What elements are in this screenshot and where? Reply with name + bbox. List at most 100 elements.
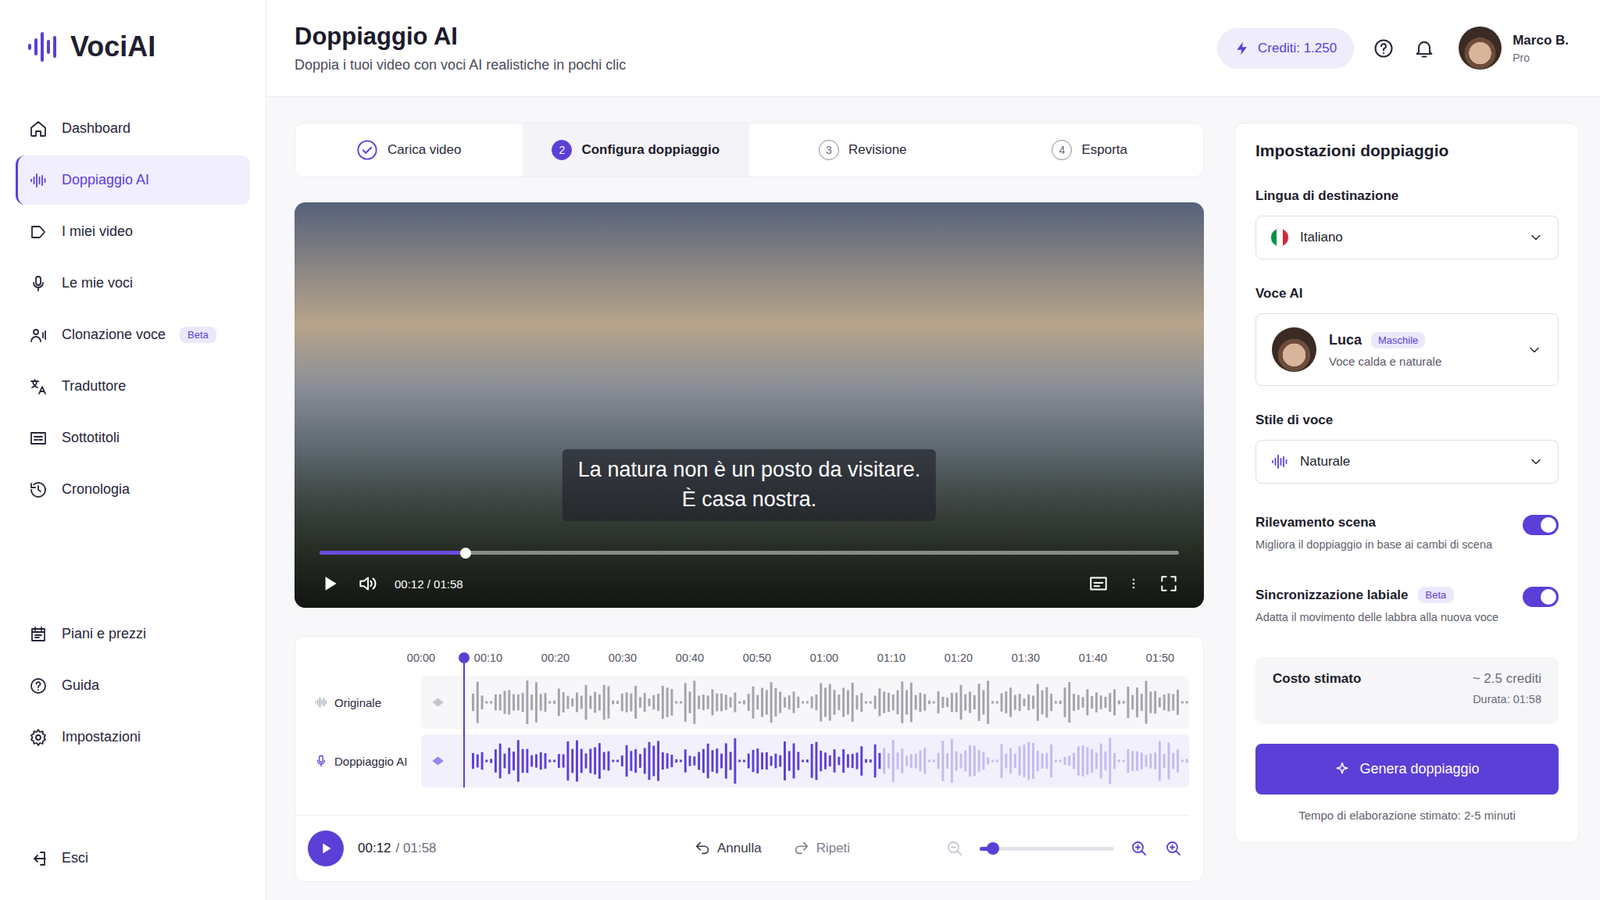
- player-controls: 00:12 / 01:58: [319, 550, 1179, 594]
- brand-name: VociAI: [70, 30, 156, 64]
- generate-button[interactable]: Genera doppiaggio: [1255, 743, 1559, 795]
- step[interactable]: 3 Revisione: [749, 123, 977, 177]
- undo-button[interactable]: Annulla: [693, 839, 762, 858]
- italian-flag-icon: [1270, 228, 1290, 247]
- playhead[interactable]: [463, 657, 465, 788]
- redo-button[interactable]: Ripeti: [792, 839, 850, 858]
- language-value: Italiano: [1300, 229, 1518, 246]
- step-number: 4: [1051, 139, 1072, 161]
- sidebar-item-label: Cronologia: [61, 481, 130, 498]
- subtitle-caption: La natura non è un posto da visitare.È c…: [562, 449, 936, 522]
- help-icon[interactable]: [1372, 37, 1395, 60]
- app: VociAI Dashboard Doppiaggio AI I miei vi…: [0, 0, 1600, 900]
- voice-name: Luca: [1328, 332, 1362, 349]
- voice-tag: Maschile: [1371, 332, 1425, 349]
- sidebar-item[interactable]: Impostazioni: [15, 712, 250, 762]
- zoom-slider[interactable]: [979, 846, 1115, 851]
- sidebar-item[interactable]: I miei video: [15, 207, 250, 257]
- current-time: 00:12: [357, 840, 392, 857]
- bell-icon[interactable]: [1413, 37, 1436, 60]
- sidebar: VociAI Dashboard Doppiaggio AI I miei vi…: [0, 0, 267, 900]
- logo[interactable]: VociAI: [0, 0, 266, 68]
- captions-icon[interactable]: [1088, 573, 1109, 594]
- fullscreen-icon[interactable]: [1158, 573, 1179, 594]
- user-avatar: [1458, 26, 1502, 70]
- step-number: 3: [818, 139, 840, 161]
- track-name: Originale: [334, 696, 382, 710]
- style-select[interactable]: Naturale: [1255, 439, 1559, 484]
- toggle-description: Migliora il doppiaggio in base ai cambi …: [1255, 536, 1511, 553]
- zoom-slider-knob[interactable]: [986, 842, 1000, 855]
- settings-panel: Impostazioni doppiaggio Lingua di destin…: [1234, 122, 1580, 843]
- sidebar-item[interactable]: Guida: [15, 660, 250, 711]
- logout-button[interactable]: Esci: [15, 833, 250, 883]
- timeline-tick: 01:40: [1059, 651, 1127, 665]
- sidebar-item[interactable]: Traduttore: [15, 361, 250, 411]
- sidebar-item[interactable]: Le mie voci: [15, 258, 250, 308]
- processing-note: Tempo di elaborazione stimato: 2-5 minut…: [1255, 808, 1559, 822]
- subtitles-icon: [28, 428, 48, 448]
- stepper: Carica video2 Configura doppiaggio3 Revi…: [294, 122, 1204, 178]
- play-button[interactable]: [307, 830, 344, 867]
- beta-badge: Beta: [1417, 586, 1455, 604]
- content: Carica video2 Configura doppiaggio3 Revi…: [266, 96, 1600, 900]
- redo-icon: [792, 839, 811, 858]
- sidebar-item[interactable]: Doppiaggio AI: [15, 155, 250, 205]
- voice-label: Voce AI: [1255, 285, 1559, 302]
- sidebar-item[interactable]: Piani e prezzi: [15, 609, 250, 659]
- zoom-out-icon[interactable]: [945, 839, 965, 858]
- zoom-fit-icon[interactable]: [1164, 839, 1183, 858]
- video-folder-icon: [28, 222, 48, 242]
- step-label: Esporta: [1081, 142, 1128, 158]
- step[interactable]: 2 Configura doppiaggio: [522, 123, 750, 177]
- play-icon[interactable]: [319, 573, 340, 594]
- toggle-label: Rilevamento scena: [1255, 514, 1376, 531]
- timeline-tick: 00:40: [656, 651, 724, 665]
- zoom-in-icon[interactable]: [1129, 839, 1149, 858]
- history-icon: [28, 480, 48, 500]
- sidebar-item-label: Doppiaggio AI: [61, 171, 150, 189]
- video-progress[interactable]: [319, 550, 1179, 555]
- toggle-setting: Sincronizzazione labiale Beta Adatta il …: [1255, 586, 1559, 625]
- toggle-setting: Rilevamento scena Migliora il doppiaggio…: [1255, 514, 1559, 553]
- bolt-icon: [1234, 40, 1250, 57]
- chevron-down-icon: [1528, 453, 1544, 470]
- check-circle-icon: [356, 139, 379, 161]
- video-player[interactable]: La natura non è un posto da visitare.È c…: [294, 202, 1204, 608]
- sidebar-item[interactable]: Sottotitoli: [15, 413, 250, 463]
- voice-select[interactable]: Luca Maschile Voce calda e naturale: [1255, 313, 1559, 386]
- timeline-tick: 01:00: [790, 651, 858, 665]
- user-menu[interactable]: Marco B. Pro: [1458, 26, 1569, 70]
- toggle-switch[interactable]: [1522, 514, 1559, 536]
- sidebar-item[interactable]: Cronologia: [15, 464, 250, 515]
- volume-icon[interactable]: [357, 573, 378, 594]
- total-time: / 01:58: [396, 840, 437, 857]
- step[interactable]: 4 Esporta: [976, 123, 1204, 177]
- sidebar-item[interactable]: Dashboard: [15, 103, 250, 154]
- track-lane[interactable]: [421, 734, 1190, 788]
- toggle-switch[interactable]: [1522, 586, 1559, 608]
- sidebar-nav: Dashboard Doppiaggio AI I miei video Le …: [0, 103, 266, 515]
- timeline-tracks: Originale Doppiaggio AI: [295, 675, 1190, 788]
- step-label: Revisione: [848, 142, 908, 158]
- credits-pill[interactable]: Crediti: 1.250: [1217, 28, 1354, 69]
- header: Doppiaggio AI Doppia i tuoi video con vo…: [266, 0, 1600, 97]
- video-progress-knob[interactable]: [460, 547, 472, 559]
- main: Doppiaggio AI Doppia i tuoi video con vo…: [266, 0, 1600, 900]
- transport-time: 00:12 / 01:58: [307, 830, 647, 867]
- more-icon[interactable]: [1125, 573, 1142, 594]
- player-control-row: 00:12 / 01:58: [319, 573, 1179, 594]
- cost-label: Costo stimato: [1272, 671, 1361, 687]
- step[interactable]: Carica video: [295, 123, 523, 177]
- undo-icon: [693, 839, 711, 858]
- voice-description: Voce calda e naturale: [1328, 354, 1515, 368]
- track-lane[interactable]: [421, 675, 1190, 729]
- user-plan: Pro: [1512, 51, 1569, 65]
- help-icon: [28, 676, 48, 696]
- header-actions: Crediti: 1.250 Marco B. Pro: [1217, 26, 1569, 70]
- language-select[interactable]: Italiano: [1255, 215, 1559, 260]
- step-label: Carica video: [387, 142, 462, 158]
- sidebar-item[interactable]: Clonazione voce Beta: [15, 310, 250, 360]
- timeline-tick: 00:00: [387, 651, 455, 665]
- timeline-tick: 01:30: [992, 651, 1060, 665]
